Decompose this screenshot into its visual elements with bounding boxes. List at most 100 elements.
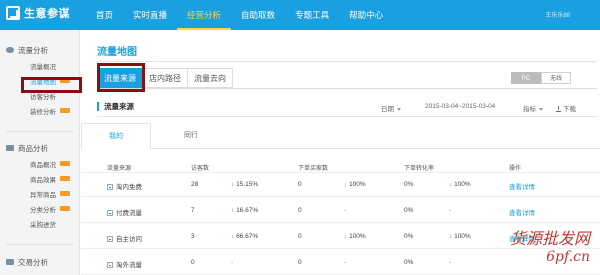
sidebar-item-purchasing[interactable]: 采购进货 [0,216,80,231]
highlight-box-sidebar [21,77,82,93]
sidebar-head-label: 交易分析 [18,257,48,267]
date-range[interactable]: 2015-03-04~2015-03-04 [425,103,495,110]
section-title: 流量来源 [97,102,134,111]
expand-icon[interactable] [107,184,113,191]
sidebar-head-label: 商品分析 [18,143,48,153]
new-badge [60,161,70,166]
visitors-value: 0 [191,259,195,266]
sidebar-group-product: 商品分析 商品概况 商品效果 异常商品 分类分析 采购进货 [0,140,80,231]
new-badge [60,206,70,211]
nav-item-self-service-data[interactable]: 自助取数 [231,0,285,30]
source-name: 淘内免费 [116,184,142,191]
rate-value: 0% [404,207,414,214]
compare-tabs: 我的 同行 [81,123,600,149]
rate-value: 0% [404,233,414,240]
buyers-change: - [344,259,347,266]
nav-item-live[interactable]: 实时直播 [123,0,177,30]
buyers-change: 100% [349,233,366,240]
rate-value: 0% [404,181,414,188]
chevron-down-icon [539,107,543,111]
sidebar-item-product-effect[interactable]: 商品效果 [0,171,80,186]
device-toggle: PC 无线 [511,72,571,84]
tab-peers[interactable]: 同行 [156,123,226,149]
sidebar-head-trade[interactable]: 交易分析 [0,254,80,270]
trade-icon [6,259,14,265]
sidebar-item-label: 分类分析 [30,206,56,214]
sidebar-item-label: 异常商品 [30,191,56,199]
column-header: 下单转化率 [404,166,435,172]
visitors-value: 3 [191,233,195,240]
rate-change: - [449,259,452,266]
date-filter[interactable]: 日期 [381,103,401,113]
visitors-change: 66.67% [236,233,259,240]
sidebar-head-traffic[interactable]: 流量分析 [0,42,80,58]
rate-change: 100% [454,233,471,240]
app-logo[interactable]: 生意参谋 [6,5,70,21]
date-filter-label: 日期 [381,106,394,113]
expand-icon[interactable] [107,262,113,269]
expand-icon[interactable] [107,236,113,243]
device-pc-button[interactable]: PC [511,72,541,84]
eye-icon [6,47,14,53]
new-badge [60,176,70,181]
section-divider [97,116,597,117]
sidebar-item-product-overview[interactable]: 商品概况 [0,156,80,171]
user-name[interactable]: 王乐乐88 [545,10,570,19]
buyers-value: 0 [298,207,302,214]
sidebar-divider [6,244,74,245]
source-name: 付费流量 [116,210,142,217]
logo-icon [6,6,20,20]
metric-filter[interactable]: 指标 [523,103,543,113]
tab-store-path[interactable]: 店内路径 [142,68,187,88]
table-row: 淘内免费 28 ↓ 15.15% 0 ↓ 100% 0% ↓ 100% 查看详情 [81,173,600,197]
table-header: 流量来源 访客数 下单买家数 下单转化率 操作 [81,161,600,173]
sidebar: 流量分析 流量概况 流量地图 访客分析 装修分析 商品分析 商品概况 商品效果 … [0,30,80,275]
nav-item-topic-tools[interactable]: 专题工具 [285,0,339,30]
sidebar-item-label: 商品效果 [30,176,56,184]
app-name: 生意参谋 [24,8,70,20]
sidebar-item-label: 采购进货 [30,221,56,229]
rate-change: - [449,207,452,214]
title-divider [97,61,597,62]
main-content: 流量地图 流量来源 店内路径 流量去向 PC 无线 流量来源 日期 2015-0… [81,30,600,275]
column-header: 访客数 [191,166,210,172]
main-nav: 首页 实时直播 经营分析 自助取数 专题工具 帮助中心 [86,0,393,30]
buyers-change: 100% [349,181,366,188]
sidebar-head-product[interactable]: 商品分析 [0,140,80,156]
sidebar-item-traffic-overview[interactable]: 流量概况 [0,58,80,73]
new-badge [60,191,70,196]
device-wireless-button[interactable]: 无线 [541,72,571,84]
nav-item-home[interactable]: 首页 [86,0,123,30]
buyers-value: 0 [298,259,302,266]
visitors-change: - [231,259,234,266]
sidebar-item-abnormal-product[interactable]: 异常商品 [0,186,80,201]
column-header: 操作 [509,166,522,172]
box-icon [6,145,14,151]
rate-value: 0% [404,259,414,266]
visitors-change: 16.67% [236,207,259,214]
new-badge [60,108,70,113]
watermark-line: 6pf.cn [546,249,590,265]
tabs-divider [97,88,597,89]
buyers-value: 0 [298,233,302,240]
view-details-link[interactable]: 查看详情 [509,184,535,191]
metric-filter-label: 指标 [523,106,536,113]
sidebar-item-decoration-analysis[interactable]: 装修分析 [0,103,80,118]
buyers-change: - [344,207,347,214]
page-title: 流量地图 [97,47,137,58]
nav-item-business-analysis[interactable]: 经营分析 [177,0,232,30]
sidebar-item-label: 商品概况 [30,161,56,169]
sidebar-item-category-analysis[interactable]: 分类分析 [0,201,80,216]
source-name: 自主访问 [116,236,142,243]
top-nav-bar: 生意参谋 首页 实时直播 经营分析 自助取数 专题工具 帮助中心 王乐乐88 [0,0,600,30]
expand-icon[interactable] [107,210,113,217]
download-icon [556,105,561,112]
table-row: 付费流量 7 ↑ 16.67% 0-0% - 查看详情 [81,199,600,223]
download-button[interactable]: 下载 [556,103,576,113]
column-header: 流量来源 [107,166,132,172]
tab-traffic-destination[interactable]: 流量去向 [187,68,233,88]
view-details-link[interactable]: 查看详情 [509,210,535,217]
tab-mine[interactable]: 我的 [81,123,151,149]
nav-item-help-center[interactable]: 帮助中心 [339,0,393,30]
rate-change: 100% [454,181,471,188]
